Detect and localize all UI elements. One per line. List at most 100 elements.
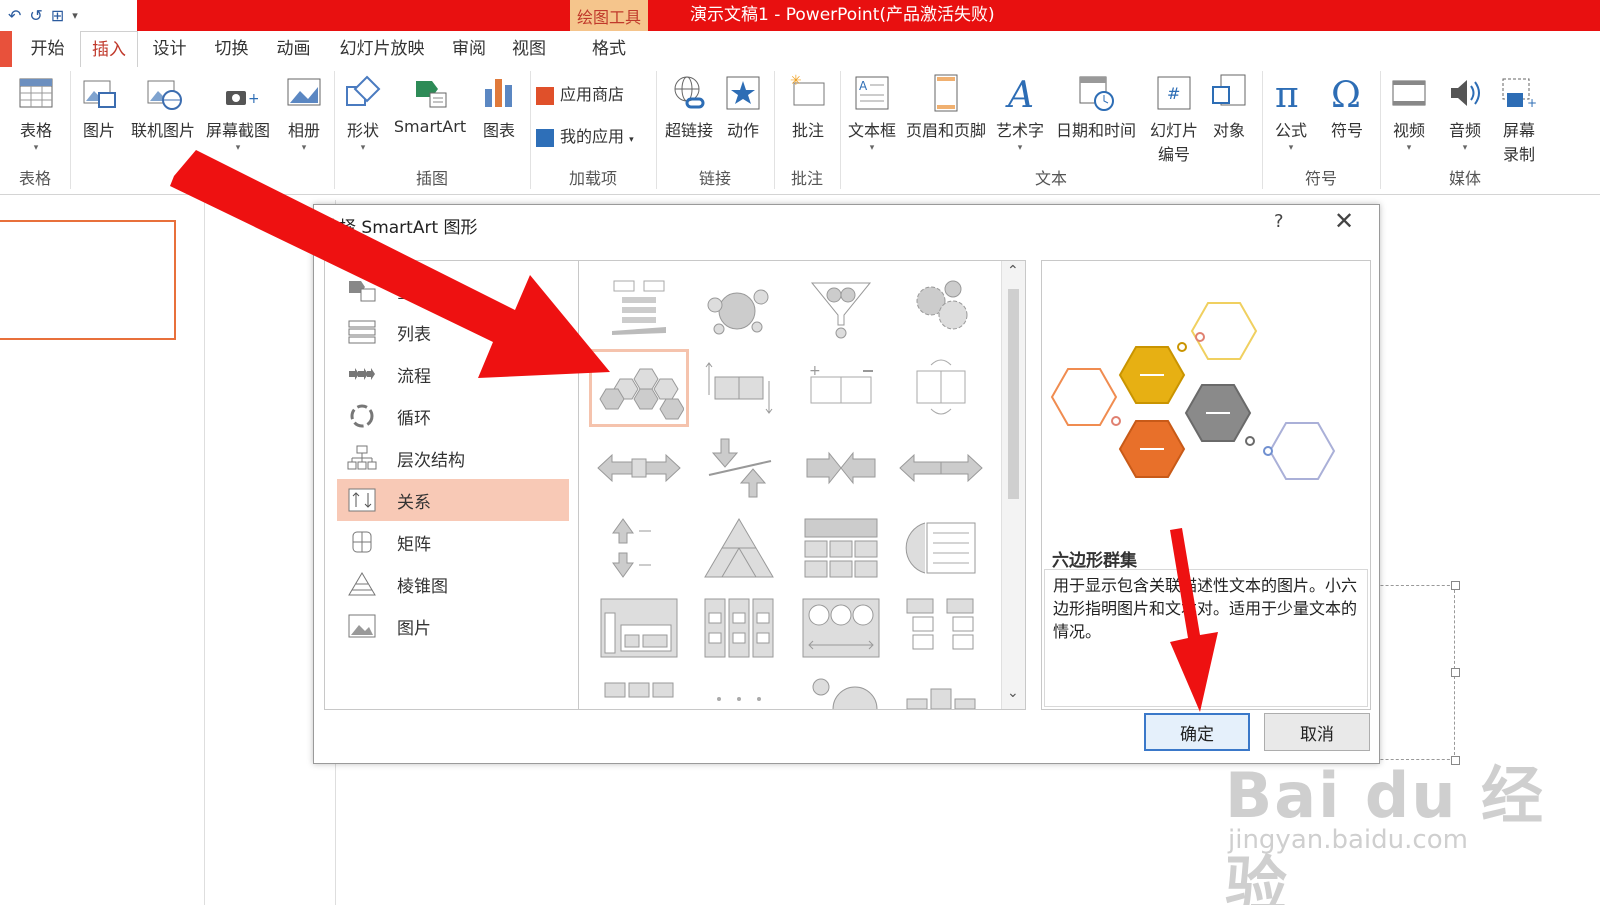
layout-item[interactable]: + xyxy=(791,349,891,427)
album-button[interactable]: 相册 ▾ xyxy=(278,73,330,153)
tab-design[interactable]: 设计 xyxy=(142,31,197,67)
hyperlink-button[interactable]: 超链接 xyxy=(660,73,718,141)
comment-button[interactable]: ✳ 批注 xyxy=(782,73,834,141)
category-pyramid[interactable]: 棱锥图 xyxy=(337,563,569,605)
header-footer-label: 页眉和页脚 xyxy=(905,121,986,140)
tab-transitions[interactable]: 切换 xyxy=(204,31,259,67)
audio-button[interactable]: 音频 ▾ xyxy=(1440,73,1490,153)
textbox-label: 文本框 xyxy=(847,121,896,140)
layout-item[interactable] xyxy=(791,589,891,667)
layout-item[interactable] xyxy=(791,509,891,587)
chart-button[interactable]: 图表 xyxy=(474,73,524,141)
category-picture[interactable]: 图片 xyxy=(337,605,569,647)
store-button[interactable]: 应用商店 xyxy=(536,81,646,105)
my-apps-button[interactable]: 我的应用 ▾ xyxy=(536,123,646,147)
layout-item[interactable] xyxy=(689,669,789,709)
redo-icon[interactable]: ↺ xyxy=(29,6,42,25)
tab-format[interactable]: 格式 xyxy=(570,31,648,67)
category-relationship[interactable]: 关系 xyxy=(337,479,569,521)
category-label: 矩阵 xyxy=(397,534,431,555)
layout-item[interactable] xyxy=(689,429,789,507)
group-media-label: 媒体 xyxy=(1448,169,1481,188)
layout-item[interactable] xyxy=(891,349,991,427)
category-process[interactable]: 流程 xyxy=(337,353,569,395)
scroll-thumb[interactable] xyxy=(1008,289,1019,499)
layout-item[interactable] xyxy=(589,589,689,667)
wordart-button[interactable]: A 艺术字 ▾ xyxy=(992,73,1048,153)
undo-icon[interactable]: ↶ xyxy=(8,6,21,25)
help-button[interactable]: ? xyxy=(1274,211,1284,232)
present-icon[interactable]: ⊞ xyxy=(51,6,64,25)
layout-item[interactable] xyxy=(791,669,891,709)
tab-insert[interactable]: 插入 xyxy=(80,31,138,67)
picture-icon xyxy=(83,80,116,108)
category-list: 全部 列表 流程 循环 层次结构 关系 矩阵 棱锥图 图片 xyxy=(324,260,579,710)
table-icon xyxy=(19,78,53,108)
scroll-up-icon[interactable]: ⌃ xyxy=(1007,263,1019,279)
cycle-layout-icon xyxy=(345,402,379,430)
layout-item[interactable] xyxy=(891,509,991,587)
layout-item-hexagon-cluster[interactable] xyxy=(589,349,689,427)
scroll-down-icon[interactable]: ⌄ xyxy=(1007,685,1019,701)
layout-item[interactable] xyxy=(791,269,891,347)
tab-file[interactable] xyxy=(0,31,12,67)
online-picture-button[interactable]: 联机图片 xyxy=(128,73,198,141)
baidu-watermark-url: jingyan.baidu.com xyxy=(1228,825,1468,855)
process-layout-icon xyxy=(345,360,379,388)
smartart-button[interactable]: SmartArt xyxy=(390,73,470,136)
equation-button[interactable]: π 公式 ▾ xyxy=(1266,73,1316,153)
screen-record-button[interactable]: + 屏幕 录制 xyxy=(1494,73,1544,165)
layout-item[interactable] xyxy=(689,269,789,347)
customize-qat-icon[interactable]: ▾ xyxy=(72,9,78,22)
layout-item[interactable] xyxy=(891,269,991,347)
svg-text:+: + xyxy=(248,91,258,107)
object-button[interactable]: 对象 xyxy=(1204,73,1254,141)
screen-record-label-1: 屏幕 xyxy=(1502,121,1535,140)
screenshot-button[interactable]: + 屏幕截图 ▾ xyxy=(202,73,274,153)
close-button[interactable]: ✕ xyxy=(1334,207,1354,235)
slide-number-button[interactable]: # 幻灯片 编号 xyxy=(1144,73,1204,165)
layout-item[interactable] xyxy=(891,669,991,709)
category-matrix[interactable]: 矩阵 xyxy=(337,521,569,563)
layout-item[interactable] xyxy=(589,269,689,347)
picture-button[interactable]: 图片 xyxy=(74,73,124,141)
category-list-item[interactable]: 列表 xyxy=(337,311,569,353)
layout-item[interactable] xyxy=(589,429,689,507)
table-button[interactable]: 表格 ▾ xyxy=(8,73,64,153)
svg-text:π: π xyxy=(1275,75,1299,113)
layout-item[interactable] xyxy=(689,509,789,587)
tab-animations[interactable]: 动画 xyxy=(266,31,321,67)
tab-view[interactable]: 视图 xyxy=(504,31,554,67)
gallery-scrollbar[interactable]: ⌃ ⌄ xyxy=(1001,261,1025,709)
tab-slideshow[interactable]: 幻灯片放映 xyxy=(332,31,432,67)
hyperlink-label: 超链接 xyxy=(664,121,713,140)
datetime-button[interactable]: 日期和时间 xyxy=(1052,73,1140,141)
header-footer-button[interactable]: 页眉和页脚 xyxy=(902,73,990,141)
layout-description: 用于显示包含关联描述性文本的图片。小六边形指明图片和文本对。适用于少量文本的情况… xyxy=(1044,569,1368,707)
tab-home[interactable]: 开始 xyxy=(20,31,75,67)
layout-item[interactable] xyxy=(589,669,689,709)
layout-item[interactable] xyxy=(689,349,789,427)
layout-item[interactable] xyxy=(891,429,991,507)
category-label: 层次结构 xyxy=(397,450,465,471)
layout-item[interactable] xyxy=(589,509,689,587)
layout-item[interactable] xyxy=(689,589,789,667)
textbox-button[interactable]: A 文本框 ▾ xyxy=(844,73,900,153)
video-button[interactable]: 视频 ▾ xyxy=(1384,73,1434,153)
slide-number-label-2: 编号 xyxy=(1157,145,1190,164)
slide-thumbnail[interactable] xyxy=(0,220,176,340)
category-hierarchy[interactable]: 层次结构 xyxy=(337,437,569,479)
resize-handle[interactable] xyxy=(1451,581,1460,590)
action-button[interactable]: 动作 xyxy=(718,73,768,141)
group-comments-label: 批注 xyxy=(790,169,823,188)
symbol-button[interactable]: Ω 符号 xyxy=(1322,73,1372,141)
category-label: 全部 xyxy=(397,282,431,303)
tab-review[interactable]: 审阅 xyxy=(444,31,494,67)
layout-item[interactable] xyxy=(791,429,891,507)
layout-item[interactable] xyxy=(891,589,991,667)
category-cycle[interactable]: 循环 xyxy=(337,395,569,437)
shapes-button[interactable]: 形状 ▾ xyxy=(338,73,388,153)
calendar-clock-icon xyxy=(1079,76,1114,111)
category-all[interactable]: 全部 xyxy=(337,269,569,311)
resize-handle[interactable] xyxy=(1451,668,1460,677)
